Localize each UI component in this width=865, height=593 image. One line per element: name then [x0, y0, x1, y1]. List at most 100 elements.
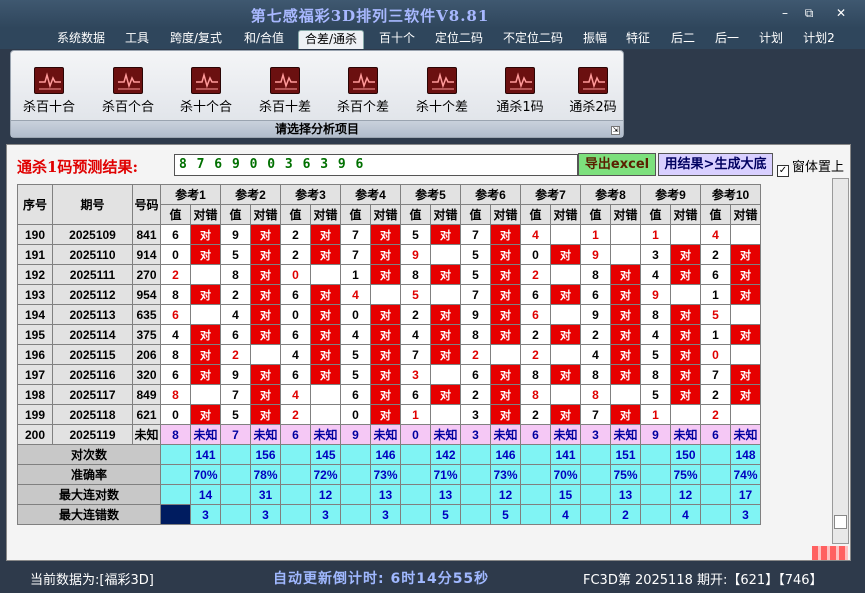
header-period: 期号: [52, 184, 133, 225]
menu-tongsha[interactable]: 合差/通杀: [298, 30, 364, 49]
ref-value: 7: [340, 244, 371, 265]
menu-feature[interactable]: 特征: [621, 30, 655, 49]
prediction-table: 序号 期号 号码 参考1 参考2 参考3 参考4 参考5 参考6 参考7 参考8 参考9 参考10 值对错…: [17, 184, 761, 525]
ribbon-button-label: 杀百个合: [101, 100, 154, 115]
menu-plan[interactable]: 计划: [754, 30, 788, 49]
table-row[interactable]: 196 2025115 206 8 对 2 4 对 5 对 7 对 2 2 4 对 5 对 0: [17, 344, 761, 365]
menu-amplitude[interactable]: 振幅: [578, 30, 612, 49]
stat-spacer: [340, 484, 371, 505]
prediction-result-field[interactable]: 8 7 6 9 0 0 3 6 3 9 6: [174, 154, 578, 176]
result-ok: 对: [730, 244, 761, 265]
table-row[interactable]: 199 2025118 621 0 对 5 对 2 0 对 1 3 对 2 对 7 对 1 2: [17, 404, 761, 425]
subheader-result: 对错: [250, 204, 281, 225]
restore-button[interactable]: ⧉: [798, 5, 820, 21]
ref-value-miss: 2: [520, 264, 551, 285]
ref-value: 4: [160, 324, 191, 345]
export-excel-button[interactable]: 导出excel: [578, 153, 656, 176]
table-row[interactable]: 197 2025116 320 6 对 9 对 6 对 5 对 3 6 对 8 对 8 对 8 对 7 对: [17, 364, 761, 385]
result-ok: 对: [670, 244, 701, 265]
window-on-top-checkbox[interactable]: ✓ 窗体置上: [777, 156, 844, 177]
table-row[interactable]: 193 2025112 954 8 对 2 对 6 对 4 5 7 对 6 对 6 对 9 1 对: [17, 284, 761, 305]
result-panel: 通杀1码预测结果: 8 7 6 9 0 0 3 6 3 9 6 导出excel …: [6, 144, 851, 561]
table-row[interactable]: 194 2025113 635 6 4 对 0 对 0 对 2 对 9 对 6 9 对 8 对 5: [17, 304, 761, 325]
ribbon-button-2[interactable]: 杀百个合: [96, 67, 160, 117]
table-row[interactable]: 190 2025109 841 6 对 9 对 2 对 7 对 5 对 7 对 4 1 1 4: [17, 224, 761, 245]
subheader-value: 值: [220, 204, 251, 225]
ribbon-button-5[interactable]: 杀百个差: [331, 67, 395, 117]
result-ok: 对: [250, 264, 281, 285]
stat-value: 15: [550, 484, 581, 505]
stat-value: 3: [310, 504, 341, 525]
stat-spacer: [520, 504, 551, 525]
checkbox-check-icon[interactable]: ✓: [777, 165, 789, 177]
ribbon-button-7[interactable]: 通杀1码: [488, 67, 552, 117]
menu-span-multi[interactable]: 跨度/复式: [163, 30, 229, 49]
prediction-row[interactable]: 200 2025119 未知 8 未知 7 未知 6 未知 9 未知 0 未知 3 未知 6 未知 3 未知 9 未知 6…: [17, 424, 761, 445]
stat-value: 70%: [190, 464, 221, 485]
stat-spacer: [340, 444, 371, 465]
row-seq: 194: [17, 304, 53, 325]
chart-icon: [348, 67, 378, 94]
minimize-button[interactable]: –: [774, 5, 796, 21]
table-row[interactable]: 191 2025110 914 0 对 5 对 2 对 7 对 9 5 对 0 对 9 3 对 2 对: [17, 244, 761, 265]
row-number: 849: [132, 384, 161, 405]
ref-value-miss: 5: [400, 284, 431, 305]
stat-spacer: [160, 464, 191, 485]
subheader-value: 值: [700, 204, 731, 225]
stat-value: 145: [310, 444, 341, 465]
ref-value: 6: [280, 284, 311, 305]
ribbon-expand-icon[interactable]: ⇲: [611, 126, 620, 135]
stat-spacer: [160, 484, 191, 505]
ribbon-button-1[interactable]: 杀百十合: [17, 67, 81, 117]
ribbon-button-8[interactable]: 通杀2码: [561, 67, 625, 117]
ribbon-button-4[interactable]: 杀百十差: [253, 67, 317, 117]
close-button[interactable]: ✕: [830, 5, 852, 21]
ref-value-miss: 4: [280, 384, 311, 405]
menu-plan2[interactable]: 计划2: [797, 30, 841, 49]
header-ref-4: 参考4: [340, 184, 401, 205]
ribbon-button-6[interactable]: 杀十个差: [410, 67, 474, 117]
ref-value: 8: [220, 264, 251, 285]
menu-bai-shi-ge[interactable]: 百十个: [372, 30, 422, 49]
ref-value: 6: [520, 284, 551, 305]
menu-last-one[interactable]: 后一: [710, 30, 744, 49]
ref-value: 8: [640, 364, 671, 385]
result-ok: 对: [250, 224, 281, 245]
row-period: 2025109: [52, 224, 133, 245]
table-row[interactable]: 198 2025117 849 8 7 对 4 6 对 6 对 2 对 8 8 5 对 2 对: [17, 384, 761, 405]
result-ok: 对: [550, 404, 581, 425]
ribbon-button-3[interactable]: 杀十个合: [174, 67, 238, 117]
menu-nonpos-two[interactable]: 不定位二码: [496, 30, 570, 49]
result-empty: [310, 384, 341, 405]
stat-value: 3: [250, 504, 281, 525]
stat-spacer: [640, 484, 671, 505]
result-unknown: 未知: [670, 424, 701, 445]
menu-sum[interactable]: 和/合值: [236, 30, 292, 49]
result-ok: 对: [550, 324, 581, 345]
header-ref-6: 参考6: [460, 184, 521, 205]
result-ok: 对: [490, 284, 521, 305]
table-row[interactable]: 192 2025111 270 2 8 对 0 1 对 8 对 5 对 2 8 对 4 对 6 对: [17, 264, 761, 285]
menu-system-data[interactable]: 系统数据: [50, 30, 112, 49]
menu-tools[interactable]: 工具: [118, 30, 156, 49]
stat-value: 2: [610, 504, 641, 525]
row-seq: 197: [17, 364, 53, 385]
current-data-status: 当前数据为:[福彩3D]: [30, 573, 154, 588]
stat-spacer: [520, 484, 551, 505]
stat-row: 对次数 141 156 145 146 142 146 141 151 150 148: [17, 444, 761, 465]
generate-base-button[interactable]: 用结果>生成大底: [658, 153, 773, 176]
stat-value: 141: [550, 444, 581, 465]
ref-value-miss: 8: [580, 384, 611, 405]
table-row[interactable]: 195 2025114 375 4 对 6 对 6 对 4 对 4 对 8 对 2 对 2 对 4 对 1 对: [17, 324, 761, 345]
vertical-scrollbar[interactable]: [832, 178, 849, 544]
menu-last-two[interactable]: 后二: [666, 30, 700, 49]
ribbon-button-label: 杀百十差: [258, 100, 311, 115]
result-ok: 对: [430, 304, 461, 325]
ref-value-miss: 8: [520, 384, 551, 405]
menu-pos-two[interactable]: 定位二码: [428, 30, 490, 49]
scrollbar-thumb[interactable]: [834, 515, 847, 529]
row-period: 2025110: [52, 244, 133, 265]
prediction-label: 通杀1码预测结果:: [17, 158, 138, 176]
result-ok: 对: [730, 264, 761, 285]
predicted-value: 3: [580, 424, 611, 445]
